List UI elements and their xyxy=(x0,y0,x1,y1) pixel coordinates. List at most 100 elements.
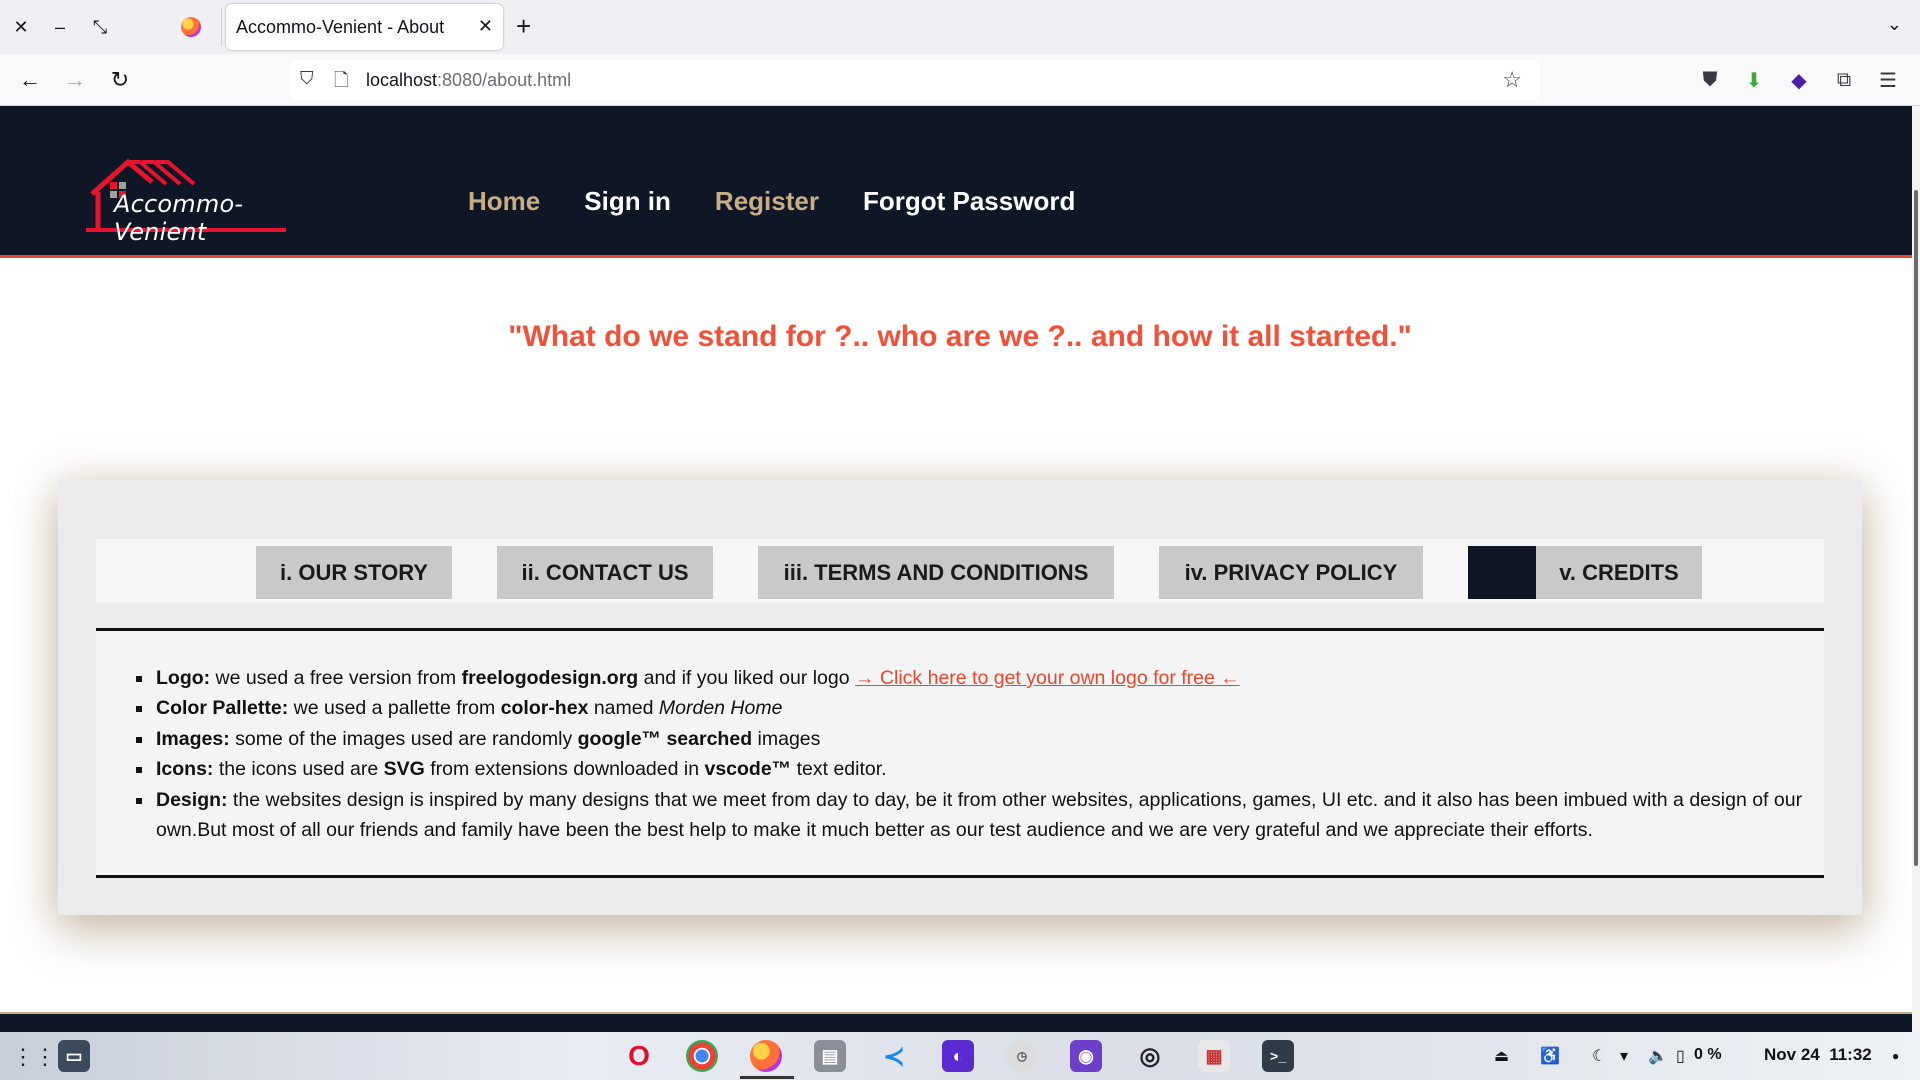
page-scrollbar[interactable] xyxy=(1912,106,1920,1032)
chrome-icon[interactable] xyxy=(686,1040,718,1072)
accessibility-icon[interactable]: ♿ xyxy=(1540,1046,1560,1066)
color-text-1: we used a pallette from xyxy=(288,697,501,720)
reload-icon[interactable]: ↻ xyxy=(106,66,134,94)
icons-label: Icons: xyxy=(156,758,214,781)
volume-icon[interactable]: 🔈 xyxy=(1648,1046,1668,1066)
color-label: Color Pallette: xyxy=(156,697,289,720)
palette-name: Morden Home xyxy=(658,697,783,720)
vscode-icon[interactable]: ≺ xyxy=(878,1040,910,1072)
url-path: :8080/about.html xyxy=(437,70,572,90)
icons-text-3: text editor. xyxy=(791,758,887,781)
files-icon[interactable]: ▤ xyxy=(814,1040,846,1072)
logo-label: Logo: xyxy=(156,667,211,689)
logo-source: freelogodesign.org xyxy=(461,667,639,689)
active-app-indicator xyxy=(740,1076,794,1079)
nav-register[interactable]: Register xyxy=(715,186,819,217)
site-header: Accommo-Venient Home Sign in Register Fo… xyxy=(0,106,1920,258)
notification-dot-icon[interactable]: ● xyxy=(1892,1049,1899,1063)
list-item: Images: some of the images used are rand… xyxy=(154,724,1804,754)
site-footer-edge xyxy=(0,1012,1920,1032)
pocket-icon[interactable]: ⛊ xyxy=(1696,66,1724,94)
browser-nav-bar: ← → ↻ ⛉ 🗋 localhost:8080/about.html ☆ ⛊ … xyxy=(0,54,1920,106)
terminal-icon[interactable]: >_ xyxy=(1262,1040,1294,1072)
extensions-puzzle-icon[interactable]: ⧉ xyxy=(1830,66,1858,94)
shield-icon[interactable]: ⛉ xyxy=(300,68,314,89)
tab-contact-us[interactable]: ii. CONTACT US xyxy=(497,546,713,599)
media-app-icon[interactable]: ◐ xyxy=(942,1040,974,1072)
eject-icon[interactable]: ⏏ xyxy=(1494,1046,1509,1066)
images-source: google™ searched xyxy=(577,727,753,750)
url-host: localhost xyxy=(366,70,438,90)
url-text[interactable]: localhost:8080/about.html xyxy=(366,70,571,91)
site-logo[interactable]: Accommo-Venient xyxy=(86,154,326,246)
new-tab-icon[interactable]: + xyxy=(516,12,531,40)
window-switcher-icon[interactable]: ▭ xyxy=(58,1040,90,1072)
firefox-taskbar-icon[interactable] xyxy=(750,1040,782,1072)
active-tab[interactable]: Accommo-Venient - About ✕ xyxy=(226,4,503,50)
logo-text: Accommo-Venient xyxy=(114,190,244,246)
date-text: Nov 24 xyxy=(1764,1045,1820,1064)
chevron-down-icon[interactable]: ⌄ xyxy=(1887,14,1902,35)
wifi-icon[interactable]: ▾ xyxy=(1620,1046,1628,1066)
icons-editor: vscode™ xyxy=(704,758,792,781)
tab-our-story[interactable]: i. OUR STORY xyxy=(256,546,452,599)
pinned-firefox-tab[interactable] xyxy=(178,14,204,40)
credits-content: Logo: we used a free version from freelo… xyxy=(96,628,1824,878)
night-mode-icon[interactable]: ☾ xyxy=(1592,1046,1606,1066)
list-item: Icons: the icons used are SVG from exten… xyxy=(154,754,1804,784)
time-text: 11:32 xyxy=(1829,1045,1872,1064)
music-player-icon[interactable]: ◎ xyxy=(1134,1040,1166,1072)
list-item: Logo: we used a free version from freelo… xyxy=(154,663,1804,693)
icons-text-1: the icons used are xyxy=(213,758,384,781)
firefox-icon xyxy=(181,17,201,37)
tab-title: Accommo-Venient - About xyxy=(236,16,445,37)
list-item: Color Pallette: we used a pallette from … xyxy=(154,693,1804,723)
os-taskbar: ⋮⋮⋮ ▭ O ▤ ≺ ◐ ◷ ◉ ◎ ▦ >_ ⏏ ♿ ☾ ▾ 🔈 ▯ 0 %… xyxy=(0,1032,1920,1080)
icons-text-2: from extensions downloaded in xyxy=(424,758,705,781)
design-label: Design: xyxy=(156,788,228,811)
close-tab-icon[interactable]: ✕ xyxy=(478,16,493,37)
forward-arrow-icon[interactable]: → xyxy=(61,66,89,94)
back-arrow-icon[interactable]: ← xyxy=(16,66,44,94)
taskbar-clock[interactable]: Nov 24 11:32 xyxy=(1764,1045,1872,1065)
logo-text-2: and if you liked our logo xyxy=(638,667,856,689)
images-text-1: some of the images used are randomly xyxy=(229,727,578,750)
minimize-window-icon[interactable]: – xyxy=(47,14,73,40)
design-text: the websites design is inspired by many … xyxy=(156,788,1803,842)
browser-tab-bar: ✕ – ⤡ Accommo-Venient - About ✕ + ⌄ xyxy=(0,0,1920,54)
site-nav: Home Sign in Register Forgot Password xyxy=(468,186,1119,217)
tab-credits[interactable]: v. CREDITS xyxy=(1536,546,1702,599)
tab-terms-and-conditions[interactable]: iii. TERMS AND CONDITIONS xyxy=(758,546,1114,599)
extension-diamond-icon[interactable]: ◆ xyxy=(1785,66,1813,94)
battery-icon[interactable]: ▯ xyxy=(1676,1046,1685,1066)
battery-percent: 0 % xyxy=(1694,1046,1722,1063)
nav-forgot-password[interactable]: Forgot Password xyxy=(863,186,1075,217)
nav-home[interactable]: Home xyxy=(468,186,540,217)
nav-sign-in[interactable]: Sign in xyxy=(584,186,671,217)
tab-privacy-policy[interactable]: iv. PRIVACY POLICY xyxy=(1159,546,1423,599)
download-extension-icon[interactable]: ⬇ xyxy=(1740,66,1768,94)
url-bar[interactable]: ⛉ 🗋 localhost:8080/about.html ☆ xyxy=(290,60,1540,100)
free-logo-link[interactable]: → Click here to get your own logo for fr… xyxy=(855,667,1240,689)
page-icon[interactable]: 🗋 xyxy=(334,68,348,98)
about-panel: i. OUR STORY ii. CONTACT US iii. TERMS A… xyxy=(58,480,1862,915)
clock-app-icon[interactable]: ◷ xyxy=(1006,1040,1038,1072)
logo-text-1: we used a free version from xyxy=(210,667,462,689)
credits-list: Logo: we used a free version from freelo… xyxy=(154,663,1804,845)
tab-indicator xyxy=(1468,546,1536,599)
about-tabs: i. OUR STORY ii. CONTACT US iii. TERMS A… xyxy=(96,539,1824,603)
close-window-icon[interactable]: ✕ xyxy=(8,14,34,40)
opera-icon[interactable]: O xyxy=(623,1040,655,1072)
color-text-2: named xyxy=(588,697,659,720)
list-item: Design: the websites design is inspired … xyxy=(154,785,1804,846)
menu-hamburger-icon[interactable]: ☰ xyxy=(1874,66,1902,94)
github-icon[interactable]: ◉ xyxy=(1070,1040,1102,1072)
restore-window-icon[interactable]: ⤡ xyxy=(87,14,113,40)
color-source: color-hex xyxy=(500,697,589,720)
images-label: Images: xyxy=(156,727,230,750)
tab-separator xyxy=(221,8,222,46)
scrollbar-thumb[interactable] xyxy=(1914,190,1918,866)
document-viewer-icon[interactable]: ▦ xyxy=(1198,1040,1230,1072)
page-tagline: "What do we stand for ?.. who are we ?..… xyxy=(508,320,1412,353)
bookmark-star-icon[interactable]: ☆ xyxy=(1502,67,1522,93)
